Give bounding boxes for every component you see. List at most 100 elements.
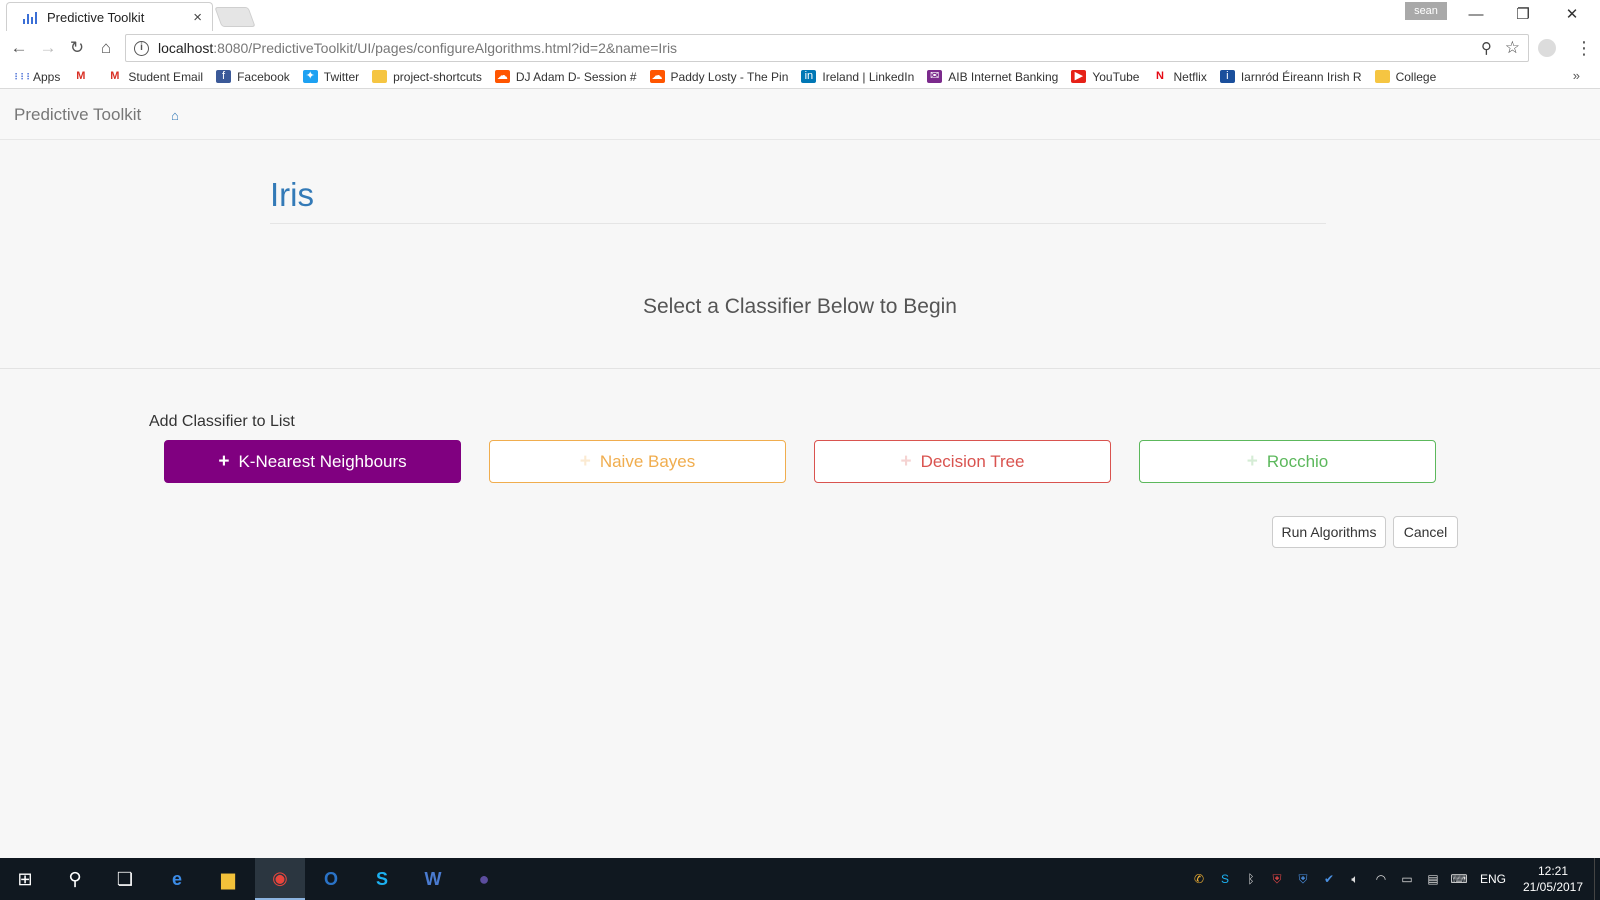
page-header: Iris (270, 176, 1326, 224)
browser-tab-active[interactable]: Predictive Toolkit × (6, 2, 213, 31)
forward-arrow-icon[interactable]: → (36, 37, 60, 59)
rocchio-classifier-button[interactable]: + Rocchio (1139, 440, 1436, 483)
language-indicator[interactable]: ENG (1480, 872, 1506, 886)
chrome-icon[interactable]: ◉ (255, 858, 305, 900)
clock-date: 21/05/2017 (1522, 880, 1584, 894)
battery-icon[interactable]: ▭ (1398, 872, 1416, 886)
decision-tree-classifier-button[interactable]: + Decision Tree (814, 440, 1111, 483)
home-icon[interactable]: ⌂ (171, 108, 179, 123)
cancel-button[interactable]: Cancel (1393, 516, 1458, 548)
edge-icon[interactable]: e (152, 858, 202, 900)
notification-icon[interactable]: ▤ (1424, 872, 1442, 886)
search-icon[interactable]: ⚲ (50, 858, 100, 900)
soundcloud-icon: ☁ (649, 70, 665, 83)
bookmark-item[interactable]: M (73, 70, 94, 83)
browser-tabstrip: Predictive Toolkit × sean — ❐ ✕ (0, 0, 1600, 31)
bookmarks-overflow-icon[interactable]: » (1573, 68, 1580, 83)
linkedin-icon: in (801, 70, 817, 83)
outlook-icon[interactable]: O (306, 858, 356, 900)
file-explorer-icon[interactable]: ▆ (203, 858, 253, 900)
bookmark-item[interactable]: ✦ Twitter (302, 69, 360, 84)
zoom-magnifier-icon[interactable]: ⚲ (1481, 39, 1492, 57)
tab-close-icon[interactable]: × (193, 9, 202, 26)
bookmark-item[interactable]: project-shortcuts (372, 70, 482, 84)
windows-taskbar: ⊞ ⚲ ❏ e ▆ ◉ O S W ● ✆ S ᛒ ⛨ ⛨ ✔ 🔈︎ ◠ ▭ ▤… (0, 858, 1600, 900)
soundcloud-icon: ☁ (494, 70, 510, 83)
gmail-icon: M (76, 70, 86, 82)
navbar-brand[interactable]: Predictive Toolkit (14, 105, 141, 125)
reload-icon[interactable]: ↻ (65, 37, 89, 59)
gmail-icon: M (110, 70, 120, 82)
tab-title: Predictive Toolkit (47, 9, 145, 25)
bookmark-label: Twitter (323, 69, 360, 84)
bookmark-label: Apps (33, 69, 61, 84)
word-icon[interactable]: W (408, 858, 458, 900)
address-bar[interactable]: i localhost:8080/PredictiveToolkit/UI/pa… (125, 34, 1529, 62)
netflix-icon: N (1156, 70, 1164, 82)
classifier-label: Decision Tree (920, 451, 1025, 471)
bookmark-item[interactable]: College (1374, 69, 1437, 84)
bookmark-label: Paddy Losty - The Pin (670, 69, 789, 84)
wifi-icon[interactable]: ◠ (1372, 872, 1390, 886)
browser-menu-icon[interactable]: ⋮ (1575, 36, 1593, 60)
keyboard-icon[interactable]: ⌨ (1450, 872, 1468, 886)
back-arrow-icon[interactable]: ← (7, 37, 31, 59)
new-tab-button[interactable] (214, 7, 256, 27)
bookmark-item[interactable]: ☁ DJ Adam D- Session # (494, 70, 637, 84)
close-window-icon[interactable]: ✕ (1557, 4, 1587, 26)
skype-tray-icon[interactable]: S (1216, 872, 1234, 886)
task-view-icon[interactable]: ❏ (100, 858, 150, 900)
bookmark-item[interactable]: ⋮⋮⋮ Apps (12, 70, 60, 84)
add-classifier-label: Add Classifier to List (149, 413, 295, 430)
clock[interactable]: 12:21 21/05/2017 (1518, 863, 1588, 895)
facebook-icon: f (216, 70, 232, 83)
bookmark-item[interactable]: f Facebook (216, 70, 290, 84)
classifier-label: Naive Bayes (599, 451, 696, 471)
check-shield-icon[interactable]: ✔ (1320, 872, 1338, 886)
bookmark-item[interactable]: i Iarnród Éireann Irish R (1219, 70, 1362, 84)
bookmark-star-icon[interactable]: ☆ (1505, 38, 1520, 58)
profile-badge[interactable]: sean (1405, 2, 1447, 20)
plus-icon: + (218, 450, 230, 472)
info-icon[interactable]: i (134, 40, 149, 56)
plus-icon: + (579, 450, 591, 472)
bookmark-item[interactable]: N Netflix (1152, 69, 1207, 84)
naive-bayes-classifier-button[interactable]: + Naive Bayes (489, 440, 786, 483)
defender-shield-icon[interactable]: ⛨ (1294, 872, 1312, 886)
bookmark-label: Facebook (237, 69, 290, 84)
url-host: localhost (158, 40, 214, 56)
bluetooth-icon[interactable]: ᛒ (1242, 872, 1260, 886)
url-path: :8080/PredictiveToolkit/UI/pages/configu… (213, 40, 678, 56)
show-desktop-button[interactable] (1594, 858, 1600, 900)
knn-classifier-button[interactable]: + K-Nearest Neighbours (164, 440, 461, 483)
bookmark-item[interactable]: ✉ AIB Internet Banking (927, 70, 1058, 84)
classifier-label: K-Nearest Neighbours (238, 451, 407, 471)
bookmark-label: College (1395, 69, 1437, 84)
skype-icon[interactable]: S (357, 858, 407, 900)
home-icon[interactable]: ⌂ (94, 37, 118, 59)
antivirus-icon[interactable]: ⛨ (1268, 872, 1286, 886)
run-algorithms-button[interactable]: Run Algorithms (1272, 516, 1386, 548)
eclipse-icon[interactable]: ● (459, 858, 509, 900)
bookmark-item[interactable]: in Ireland | LinkedIn (801, 70, 914, 84)
extension-icon[interactable] (1538, 39, 1556, 57)
lead-text: Select a Classifier Below to Begin (643, 295, 957, 318)
minimize-icon[interactable]: — (1461, 4, 1491, 26)
bookmark-label: Netflix (1173, 69, 1207, 84)
restore-icon[interactable]: ❐ (1508, 4, 1538, 26)
bookmark-label: AIB Internet Banking (948, 69, 1059, 84)
section-divider (0, 368, 1600, 369)
bookmark-label: Student Email (128, 69, 204, 84)
bookmarks-bar: ⋮⋮⋮ Apps M M Student Email f Facebook ✦ Twitter p… (0, 65, 1600, 89)
irish-rail-icon: i (1219, 70, 1235, 83)
youtube-icon: ▶ (1071, 70, 1087, 83)
bookmark-item[interactable]: ▶ YouTube (1071, 70, 1139, 84)
bookmark-item[interactable]: M Student Email (107, 70, 203, 84)
apps-grid-icon: ⋮⋮⋮ (12, 72, 32, 81)
bookmark-item[interactable]: ☁ Paddy Losty - The Pin (649, 69, 789, 84)
volume-icon[interactable]: 🔈︎ (1346, 872, 1364, 886)
windows-start-icon[interactable]: ⊞ (0, 858, 50, 900)
phone-icon[interactable]: ✆ (1190, 872, 1208, 886)
plus-icon: + (900, 450, 912, 472)
classifier-label: Rocchio (1266, 451, 1329, 471)
